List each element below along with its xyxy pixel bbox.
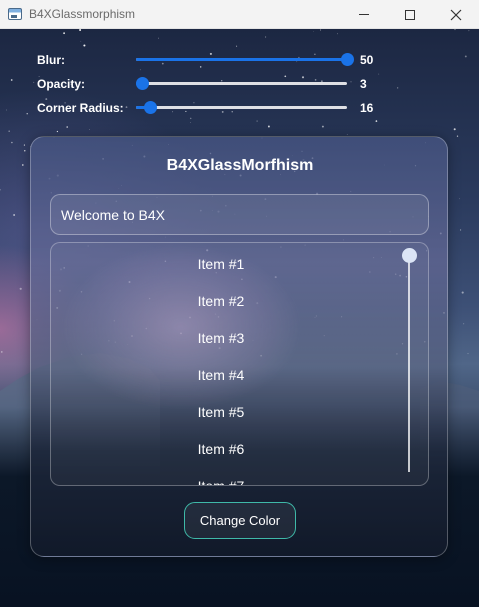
welcome-text-field[interactable] [50,194,429,235]
window-title: B4XGlassmorphism [29,7,136,21]
close-button[interactable] [433,0,479,29]
blur-label: Blur: [37,53,65,67]
corner-radius-value: 16 [360,101,374,115]
opacity-label: Opacity: [37,77,86,91]
item-list[interactable]: Item #1 Item #2 Item #3 Item #4 Item #5 … [50,242,429,486]
list-item[interactable]: Item #1 [51,246,391,283]
opacity-slider[interactable] [136,77,347,90]
maximize-button[interactable] [387,0,433,29]
close-icon [450,9,462,20]
window-titlebar: B4XGlassmorphism [0,0,479,29]
blur-value: 50 [360,53,374,67]
list-item[interactable]: Item #2 [51,283,391,320]
card-title: B4XGlassMorfhism [166,157,314,174]
corner-radius-label: Corner Radius: [37,101,124,115]
maximize-icon [405,9,415,20]
minimize-button[interactable] [341,0,387,29]
list-scrollbar-thumb[interactable] [402,248,417,263]
app-window-icon [8,8,22,20]
list-item[interactable]: Item #3 [51,320,391,357]
glass-card: B4XGlassMorfhism Item #1 Item #2 Item #3… [30,136,448,557]
list-item[interactable]: Item #4 [51,357,391,394]
blur-slider[interactable] [136,53,354,66]
list-item[interactable]: Item #7 [51,468,391,485]
list-item[interactable]: Item #5 [51,394,391,431]
minimize-icon [359,14,369,15]
corner-radius-slider[interactable] [136,101,347,114]
list-item[interactable]: Item #6 [51,431,391,468]
opacity-value: 3 [360,77,367,91]
blur-slider-thumb[interactable] [341,53,354,66]
blur-slider-fill [136,58,347,61]
list-scrollbar[interactable] [408,256,410,472]
corner-radius-slider-thumb[interactable] [144,101,158,114]
change-color-button[interactable]: Change Color [184,502,296,539]
